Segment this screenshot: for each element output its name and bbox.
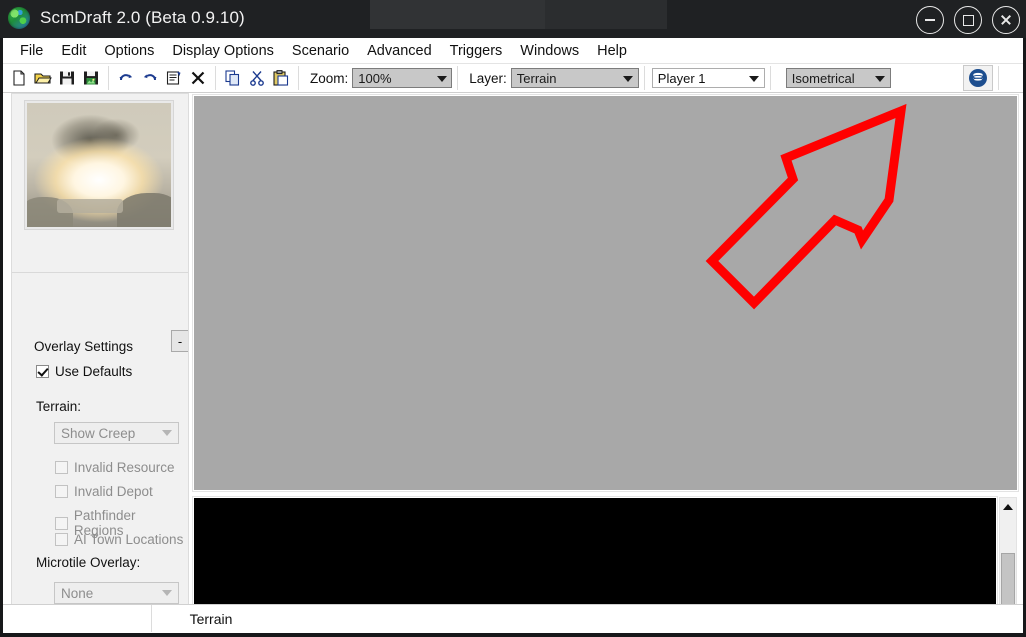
checkbox-box (55, 485, 68, 498)
checkbox-box (55, 533, 68, 546)
layer-select[interactable]: Terrain (510, 68, 639, 88)
window-title: ScmDraft 2.0 (Beta 0.9.10) (40, 8, 245, 27)
chevron-down-icon (435, 72, 448, 85)
overlay-settings-sidebar: Overlay Settings - Use Defaults Terrain:… (11, 93, 189, 631)
menu-scenario[interactable]: Scenario (283, 40, 358, 62)
delete-icon[interactable] (188, 68, 208, 88)
layer-label: Layer: (469, 70, 507, 86)
checkbox-box (55, 461, 68, 474)
view-mode-select[interactable]: Isometrical (785, 68, 891, 88)
microtile-overlay-value: None (61, 585, 94, 601)
globe-icon (8, 7, 32, 31)
terrain-preview-thumbnail (24, 100, 174, 230)
toolbar-player-group: Player 1 (643, 66, 771, 90)
open-file-icon[interactable] (33, 68, 53, 88)
chevron-down-icon (622, 72, 635, 85)
chevron-down-icon (162, 590, 172, 596)
invalid-depot-label: Invalid Depot (74, 484, 153, 499)
status-bar-pane (3, 605, 152, 632)
chevron-down-icon (874, 72, 887, 85)
cut-icon[interactable] (247, 68, 267, 88)
paste-icon[interactable] (271, 68, 291, 88)
client-area: File Edit Options Display Options Scenar… (3, 38, 1023, 632)
zoom-select[interactable]: 100% (352, 68, 453, 88)
title-bar-segment (545, 0, 667, 29)
player-value: Player 1 (657, 70, 706, 86)
status-text: Terrain (189, 611, 233, 627)
player-select[interactable]: Player 1 (651, 68, 765, 88)
menu-options[interactable]: Options (95, 40, 163, 62)
toolbar-layer-group: Layer: Terrain (457, 66, 645, 90)
menu-display-options[interactable]: Display Options (163, 40, 283, 62)
menu-triggers[interactable]: Triggers (441, 40, 512, 62)
close-button[interactable] (992, 6, 1020, 34)
overlay-settings-title: Overlay Settings (34, 339, 134, 354)
menu-edit[interactable]: Edit (52, 40, 95, 62)
checkbox-box (55, 516, 68, 530)
scroll-thumb[interactable] (1001, 553, 1015, 609)
use-defaults-checkbox[interactable]: Use Defaults (36, 364, 132, 379)
scroll-up-arrow-icon[interactable] (1000, 498, 1016, 515)
status-bar: Terrain (3, 604, 1023, 633)
new-file-icon[interactable] (9, 68, 29, 88)
zoom-label: Zoom: (310, 70, 349, 86)
title-bar: ScmDraft 2.0 (Beta 0.9.10) (0, 0, 1026, 38)
save-icon[interactable] (57, 68, 77, 88)
minimize-button[interactable] (916, 6, 944, 34)
toolbar-file-group (2, 66, 109, 90)
menu-windows[interactable]: Windows (511, 40, 588, 62)
sidebar-divider (12, 272, 188, 273)
microtile-overlay-label: Microtile Overlay: (36, 555, 141, 570)
microtile-overlay-select[interactable]: None (54, 582, 179, 604)
invalid-depot-checkbox[interactable]: Invalid Depot (55, 484, 153, 499)
use-defaults-label: Use Defaults (55, 364, 133, 379)
redo-icon[interactable] (140, 68, 160, 88)
checkbox-box (36, 365, 49, 378)
collapse-overlay-settings-button[interactable]: - (171, 330, 188, 352)
layers-disc-icon[interactable] (962, 65, 993, 91)
toolbar-zoom-group: Zoom: 100% (298, 66, 459, 90)
toolbar-clipboard-group (215, 66, 299, 90)
menu-help[interactable]: Help (588, 40, 636, 62)
toolbar: Zoom: 100% Layer: Terrain Player 1 Isome… (3, 63, 1023, 93)
application-window: ScmDraft 2.0 (Beta 0.9.10) File Edit Opt… (0, 0, 1026, 637)
properties-icon[interactable] (164, 68, 184, 88)
toolbar-view-group: Isometrical (769, 65, 999, 91)
invalid-resource-checkbox[interactable]: Invalid Resource (55, 460, 175, 475)
chevron-down-icon (748, 72, 761, 85)
title-bar-segment (370, 0, 545, 29)
undo-icon[interactable] (116, 68, 136, 88)
ai-town-locations-checkbox[interactable]: AI Town Locations (55, 532, 183, 547)
view-mode-value: Isometrical (791, 70, 855, 86)
terrain-overlay-value: Show Creep (61, 425, 136, 441)
copy-icon[interactable] (223, 68, 243, 88)
terrain-section-label: Terrain: (36, 399, 82, 414)
map-canvas[interactable] (192, 94, 1019, 492)
save-image-icon[interactable] (81, 68, 101, 88)
window-controls (916, 6, 1020, 34)
menu-advanced[interactable]: Advanced (358, 40, 441, 62)
toolbar-edit-group (108, 66, 216, 90)
restore-button[interactable] (954, 6, 982, 34)
zoom-value: 100% (358, 70, 392, 86)
ai-town-locations-label: AI Town Locations (74, 532, 184, 547)
menu-file[interactable]: File (11, 40, 52, 62)
invalid-resource-label: Invalid Resource (74, 460, 175, 475)
terrain-overlay-select[interactable]: Show Creep (54, 422, 179, 444)
menu-bar: File Edit Options Display Options Scenar… (3, 38, 1023, 63)
chevron-down-icon (162, 430, 172, 436)
layer-value: Terrain (516, 70, 557, 86)
